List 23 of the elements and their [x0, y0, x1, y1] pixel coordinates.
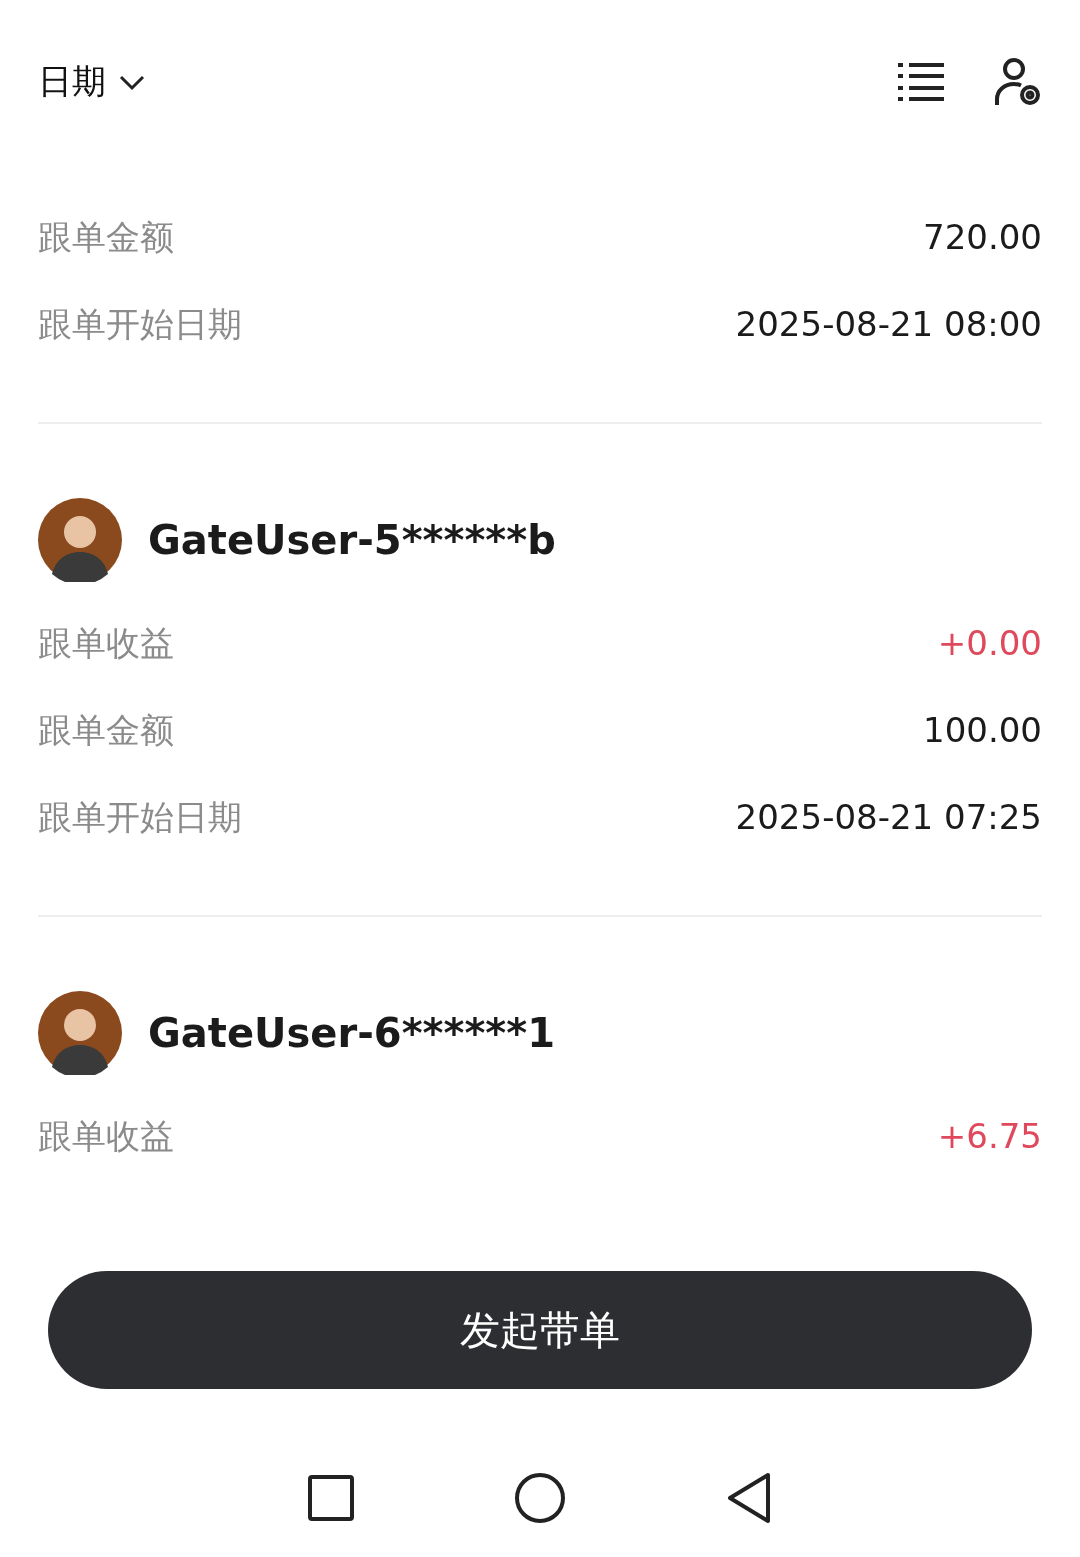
start-lead-order-button[interactable]: 发起带单 [48, 1271, 1032, 1389]
field-label: 跟单收益 [38, 1115, 174, 1158]
field-value: 2025-08-21 08:00 [735, 303, 1042, 346]
field-value: 720.00 [923, 216, 1042, 259]
field-label: 跟单金额 [38, 216, 174, 259]
field-label: 跟单开始日期 [38, 796, 242, 839]
field-label: 跟单金额 [38, 709, 174, 752]
date-filter-button[interactable]: 日期 [38, 56, 146, 107]
user-settings-icon[interactable] [994, 56, 1042, 107]
field-label: 跟单开始日期 [38, 303, 242, 346]
username: GateUser-5******b [148, 516, 556, 565]
avatar-icon [38, 991, 122, 1075]
field-value: 2025-08-21 07:25 [735, 796, 1042, 839]
field-label: 跟单收益 [38, 622, 174, 665]
username: GateUser-6******1 [148, 1009, 555, 1058]
field-value: +0.00 [937, 622, 1042, 665]
back-icon[interactable] [726, 1472, 772, 1524]
recent-apps-icon[interactable] [308, 1475, 354, 1521]
home-icon[interactable] [514, 1472, 566, 1524]
list-icon[interactable] [898, 60, 944, 103]
field-value: 100.00 [923, 709, 1042, 752]
avatar-icon [38, 498, 122, 582]
field-value: +6.75 [937, 1115, 1042, 1158]
